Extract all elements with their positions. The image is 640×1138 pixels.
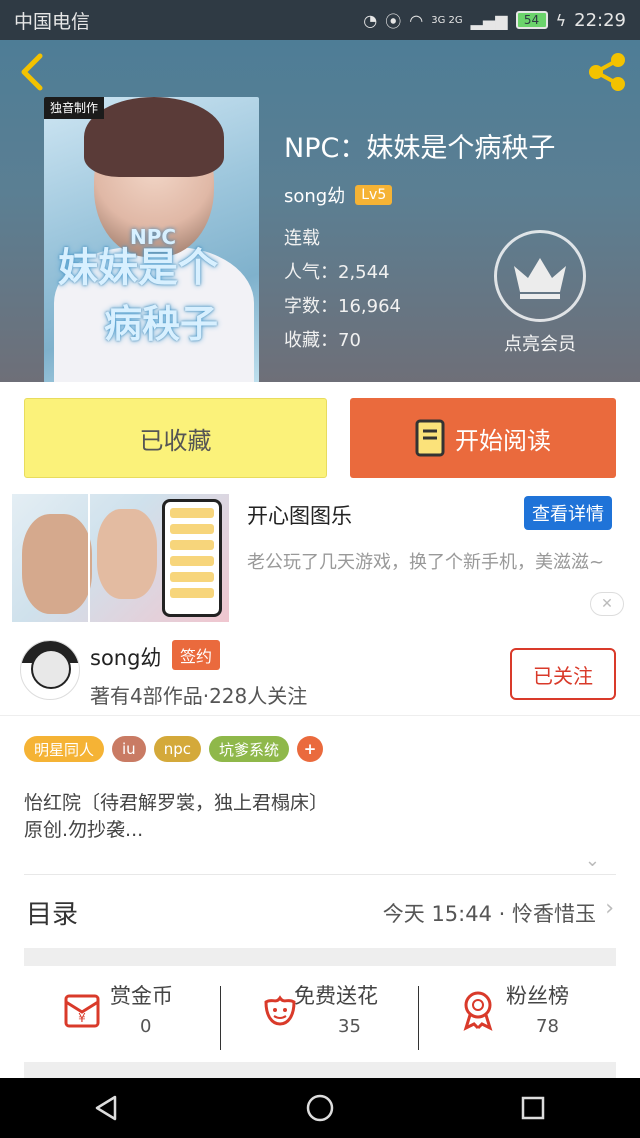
cover-brand-logo: 独音制作 (44, 97, 105, 119)
share-icon (589, 53, 625, 91)
book-favorites: 收藏：70 (284, 330, 361, 351)
ad-divider (88, 494, 90, 622)
follow-label: 已关注 (533, 663, 593, 688)
expand-chevron-down-icon[interactable]: ⌄ (585, 850, 600, 871)
nav-recents-button[interactable] (503, 1078, 563, 1138)
status-bar: 中国电信 ◔ ⦿ ◠ 3G 2G ▂▄▆ 54 ϟ 22:29 (0, 0, 640, 40)
battery-icon: 54 (515, 11, 548, 29)
free-flower-value: 35 (338, 1016, 361, 1037)
member-button[interactable]: 点亮会员 (490, 230, 590, 356)
intro-line-2: 原创.勿抄袭... (24, 819, 144, 841)
ad-detail-button[interactable]: 查看详情 (524, 496, 612, 530)
tag-3[interactable]: 坑爹系统 (208, 736, 289, 762)
favorited-label: 已收藏 (139, 426, 212, 455)
start-reading-button[interactable]: 开始阅读 (350, 398, 616, 478)
avatar[interactable] (20, 640, 80, 700)
nav-back-button[interactable] (77, 1078, 137, 1138)
free-flower-item[interactable]: 免费送花 35 (222, 976, 422, 1056)
book-author-line: song幼 Lv5 (284, 182, 393, 208)
support-stats: ¥ 赏金币 0 免费送花 35 粉丝榜 78 (0, 976, 640, 1056)
charging-icon: ϟ (555, 10, 567, 30)
stats-divider (220, 986, 221, 1050)
ad-person-2 (97, 509, 157, 599)
book-intro: 怡红院〔待君解罗裳，独上君榻床〕 原创.勿抄袭... (24, 790, 328, 844)
add-tag-button[interactable]: + (297, 736, 323, 762)
table-of-contents-row[interactable]: 目录 今天 15:44 · 怜香惜玉 › (0, 878, 640, 944)
tag-list: 明星同人 iu npc 坑爹系统 + (24, 736, 323, 762)
book-detail-content: 已收藏 开始阅读 开心图图乐 查看详情 老公玩了几天游戏，换了个新手机，美滋滋~… (0, 382, 640, 1078)
clock: 22:29 (574, 9, 626, 31)
network-label: 3G 2G (431, 14, 463, 26)
cover-title-line2: 病秧子 (104, 301, 219, 346)
reward-coins-value: 0 (140, 1016, 152, 1037)
chevron-left-icon (21, 53, 43, 91)
toc-latest-chapter: 今天 15:44 · 怜香惜玉 (382, 902, 596, 926)
signed-badge: 签约 (172, 640, 221, 670)
location-icon: ⦿ (385, 12, 402, 31)
tag-0[interactable]: 明星同人 (24, 736, 105, 762)
ad-image (12, 494, 229, 622)
book-author[interactable]: song幼 (284, 182, 345, 208)
book-title: NPC：妹妹是个病秧子 (284, 133, 556, 164)
system-nav-bar (0, 1078, 640, 1138)
ad-person-1 (22, 514, 92, 614)
chevron-right-icon: › (605, 896, 614, 921)
medal-icon (463, 991, 493, 1031)
author-card[interactable]: song幼 签约 著有4部作品·228人关注 已关注 (0, 632, 640, 716)
book-header: 独音制作 NPC 妹妹是个 病秧子 NPC：妹妹是个病秧子 song幼 Lv5 … (0, 40, 640, 383)
book-cover[interactable]: 独音制作 NPC 妹妹是个 病秧子 (44, 97, 259, 383)
fan-ranking-item[interactable]: 粉丝榜 78 (420, 976, 620, 1056)
stats-divider (418, 986, 419, 1050)
signal-icon: ▂▄▆ (470, 10, 508, 30)
fan-ranking-value: 78 (536, 1016, 559, 1037)
section-separator (24, 1062, 616, 1078)
svg-text:¥: ¥ (78, 1011, 86, 1025)
book-icon (415, 419, 445, 457)
status-icons: ◔ ⦿ ◠ 3G 2G ▂▄▆ 54 ϟ 22:29 (363, 8, 626, 32)
circle-home-icon (306, 1094, 334, 1122)
ad-title: 开心图图乐 (247, 504, 352, 528)
ad-banner[interactable]: 开心图图乐 查看详情 老公玩了几天游戏，换了个新手机，美滋滋~ ✕ (12, 494, 628, 622)
author-stats: 著有4部作品·228人关注 (90, 684, 308, 708)
triangle-back-icon (95, 1095, 116, 1121)
divider (24, 874, 616, 875)
back-button[interactable] (14, 50, 54, 94)
member-label: 点亮会员 (504, 334, 576, 355)
share-button[interactable] (584, 50, 630, 94)
section-separator (24, 948, 616, 966)
ad-close-icon[interactable]: ✕ (590, 592, 624, 616)
carrier-label: 中国电信 (14, 10, 91, 33)
square-recents-icon (522, 1096, 545, 1120)
wifi-icon: ◠ (409, 10, 424, 30)
start-reading-label: 开始阅读 (455, 426, 551, 455)
book-word-count: 字数：16,964 (284, 296, 401, 317)
cover-title-line1: 妹妹是个 (58, 244, 218, 291)
reward-coins-item[interactable]: ¥ 赏金币 0 (24, 976, 224, 1056)
avatar-face (31, 649, 71, 689)
book-status: 连载 (284, 228, 320, 249)
crown-icon (494, 230, 586, 322)
book-popularity: 人气：2,544 (284, 262, 390, 283)
reward-coins-label: 赏金币 (110, 984, 173, 1008)
author-level-badge: Lv5 (355, 185, 393, 205)
cover-figure-hair (84, 97, 224, 177)
nav-home-button[interactable] (290, 1078, 350, 1138)
ad-description: 老公玩了几天游戏，换了个新手机，美滋滋~ (247, 552, 605, 573)
coin-envelope-icon: ¥ (64, 994, 100, 1028)
tag-2[interactable]: npc (153, 736, 201, 762)
favorited-button[interactable]: 已收藏 (24, 398, 327, 478)
free-flower-label: 免费送花 (294, 984, 378, 1008)
fan-ranking-label: 粉丝榜 (506, 984, 569, 1008)
data-saver-icon: ◔ (363, 10, 378, 30)
tag-1[interactable]: iu (112, 736, 146, 762)
author-name: song幼 (90, 646, 162, 670)
intro-line-1: 怡红院〔待君解罗裳，独上君榻床〕 (24, 792, 329, 814)
toc-label: 目录 (26, 900, 79, 930)
follow-button[interactable]: 已关注 (510, 648, 616, 700)
ad-phone (162, 499, 222, 617)
